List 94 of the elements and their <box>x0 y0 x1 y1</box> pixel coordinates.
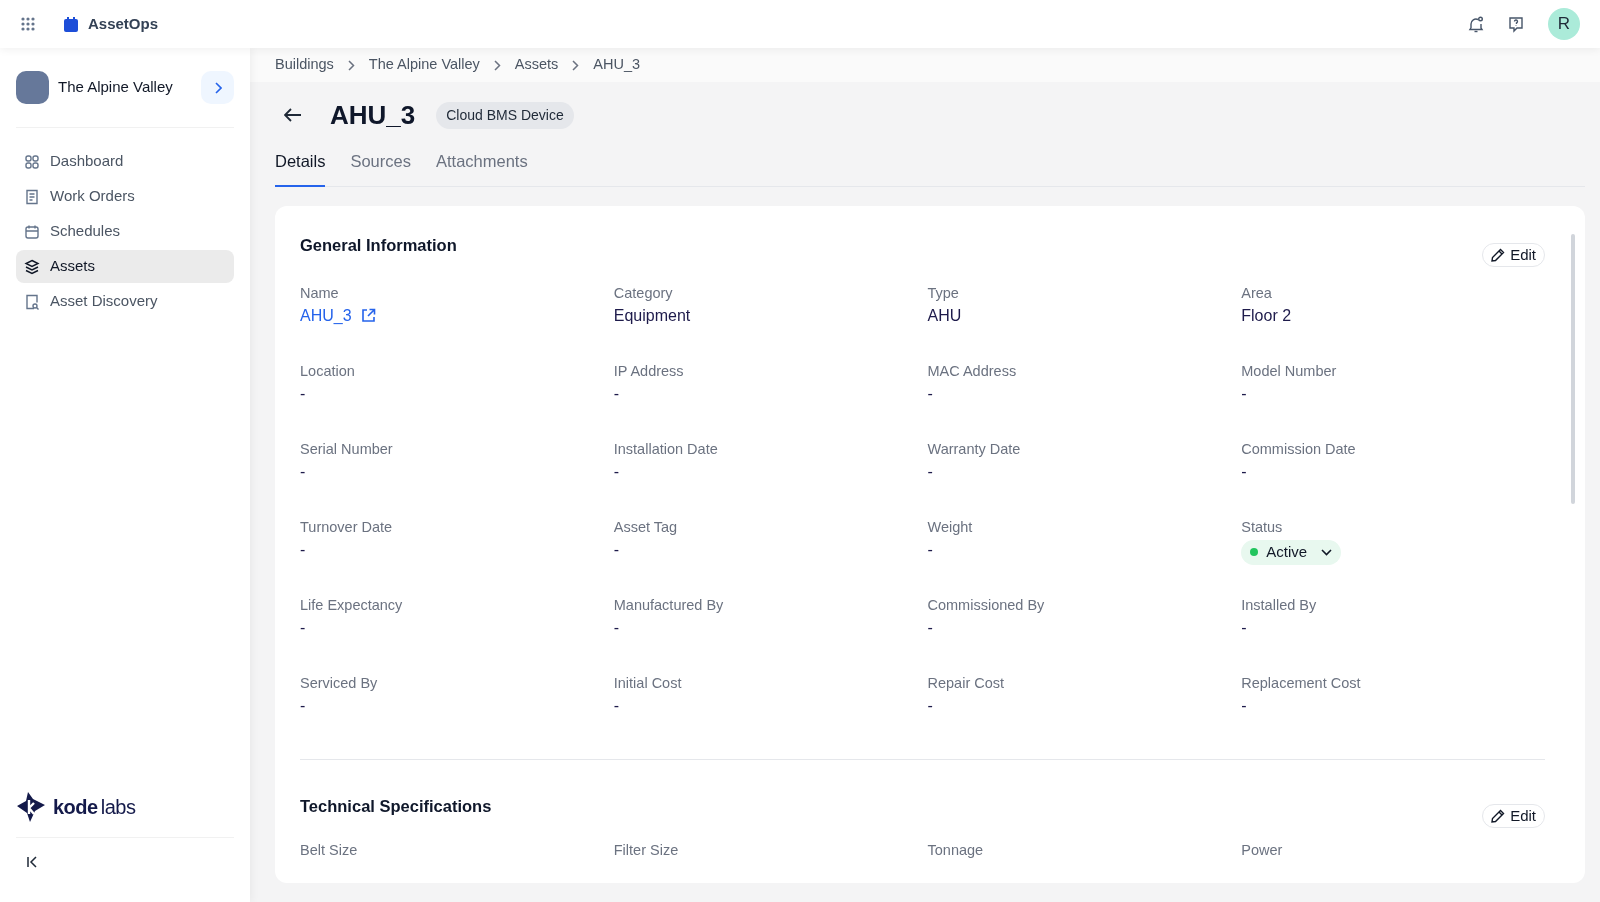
field-label: IP Address <box>613 361 685 381</box>
field-value: - <box>1241 383 1248 404</box>
field-label: Installed By <box>1241 595 1318 615</box>
field-label: Category <box>613 283 674 303</box>
external-link-icon <box>360 308 376 324</box>
field-label: Repair Cost <box>927 673 1006 693</box>
field-value: - <box>1241 461 1248 482</box>
tab[interactable]: Attachments <box>435 147 528 187</box>
user-avatar[interactable]: R <box>1548 8 1580 40</box>
field-label: Installation Date <box>613 439 719 459</box>
field-label: Name <box>300 283 340 303</box>
field-value: - <box>613 539 621 560</box>
clipboard-list-icon <box>24 188 40 205</box>
pencil-icon <box>1491 808 1506 823</box>
collapse-sidebar-icon[interactable] <box>26 856 38 868</box>
field-label: Commission Date <box>1241 439 1357 459</box>
notification-bell-icon[interactable] <box>1468 15 1484 33</box>
field-label: Belt Size <box>300 840 359 860</box>
field-value: Equipment <box>613 305 692 326</box>
field-label: Serviced By <box>300 673 379 693</box>
section-title: General Information <box>300 234 457 256</box>
field-value: - <box>927 539 934 560</box>
field-value: Floor 2 <box>1241 305 1293 326</box>
field-value: - <box>927 617 934 638</box>
sidebar-nav-item[interactable]: Dashboard <box>16 145 234 178</box>
field-label: Weight <box>927 517 974 537</box>
asset-title: AHU_3 <box>330 98 416 132</box>
chevron-right-icon <box>493 59 501 71</box>
field-label: Life Expectancy <box>300 595 404 615</box>
device-type-badge: Cloud BMS Device <box>436 101 574 129</box>
chevron-down-icon <box>1321 548 1333 556</box>
document-search-icon <box>24 293 40 310</box>
calendar-icon <box>24 223 40 240</box>
building-name: The Alpine Valley <box>58 77 173 98</box>
field-label: Area <box>1241 283 1273 303</box>
field-value: - <box>300 617 307 638</box>
field-label: Status <box>1241 517 1284 537</box>
field-label: Initial Cost <box>613 673 683 693</box>
section-title: Technical Specifications <box>300 795 492 817</box>
field-label: Manufactured By <box>613 595 725 615</box>
sidebar-nav-item[interactable]: Work Orders <box>16 180 234 213</box>
field-label: Tonnage <box>927 840 985 860</box>
field-label: Filter Size <box>613 840 680 860</box>
sidebar-nav-item[interactable]: Asset Discovery <box>16 285 234 318</box>
pencil-icon <box>1491 247 1506 262</box>
building-thumbnail <box>16 71 49 104</box>
field-label: Serial Number <box>300 439 394 459</box>
app-logo-icon <box>64 16 78 32</box>
field-value: - <box>613 617 621 638</box>
field-label: Power <box>1241 840 1284 860</box>
tab[interactable]: Details <box>275 147 326 187</box>
kodelabs-logo-text: kodelabs <box>53 795 136 820</box>
dashboard-grid-icon <box>24 153 40 170</box>
field-value: - <box>1241 617 1248 638</box>
field-label: Warranty Date <box>927 439 1022 459</box>
field-label: Replacement Cost <box>1241 673 1362 693</box>
field-label: Type <box>927 283 960 303</box>
status-dropdown[interactable]: Active <box>1241 539 1342 565</box>
field-value: - <box>300 695 307 716</box>
field-label: Model Number <box>1241 361 1338 381</box>
app-name: AssetOps <box>88 13 159 34</box>
field-value: - <box>300 461 307 482</box>
field-value: - <box>1241 695 1248 716</box>
field-value: - <box>300 539 307 560</box>
layers-icon <box>24 258 40 275</box>
field-label: MAC Address <box>927 361 1018 381</box>
field-value: - <box>927 461 934 482</box>
field-value: - <box>613 383 621 404</box>
chevron-right-icon <box>572 59 580 71</box>
field-label: Asset Tag <box>613 517 679 537</box>
field-label: Commissioned By <box>927 595 1046 615</box>
breadcrumb-link[interactable]: The Alpine Valley <box>368 54 480 76</box>
app-grid-icon[interactable] <box>20 16 36 32</box>
chevron-right-icon <box>347 59 355 71</box>
field-value: AHU <box>927 305 963 326</box>
field-label: Turnover Date <box>300 517 394 537</box>
field-value: - <box>300 383 307 404</box>
breadcrumb-link[interactable]: Assets <box>514 54 559 76</box>
asset-name-link[interactable]: AHU_3 <box>300 305 376 326</box>
field-value: - <box>613 461 621 482</box>
chevron-right-icon <box>213 81 222 94</box>
building-expand-button[interactable] <box>201 71 234 104</box>
tab[interactable]: Sources <box>350 147 411 187</box>
field-value: - <box>613 695 621 716</box>
scrollbar-thumb[interactable] <box>1571 233 1575 504</box>
breadcrumb-link[interactable]: Buildings <box>275 54 334 76</box>
breadcrumb-link[interactable]: AHU_3 <box>593 54 641 76</box>
field-label: Location <box>300 361 356 381</box>
field-value: - <box>927 695 934 716</box>
sidebar-nav-item[interactable]: Schedules <box>16 215 234 248</box>
help-chat-icon[interactable] <box>1508 15 1524 33</box>
sidebar-nav-item[interactable]: Assets <box>16 250 234 283</box>
back-arrow-icon[interactable] <box>284 108 302 122</box>
field-value: - <box>927 383 934 404</box>
